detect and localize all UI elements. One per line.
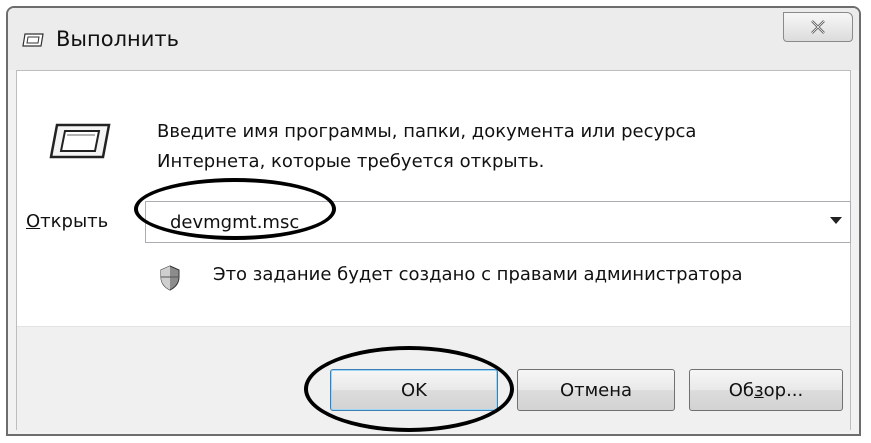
description-line-2: Интернета, которые требуется открыть. xyxy=(157,151,545,172)
window-title: Выполнить xyxy=(56,27,179,51)
description-line-1: Введите имя программы, папки, документа … xyxy=(157,121,697,142)
cancel-button-label: Отмена xyxy=(559,379,633,401)
run-large-icon xyxy=(49,123,111,159)
title-bar: Выполнить xyxy=(8,8,859,70)
open-combobox[interactable] xyxy=(145,201,851,243)
open-input[interactable] xyxy=(146,202,816,242)
chevron-down-icon[interactable] xyxy=(830,217,842,224)
run-icon xyxy=(22,33,44,47)
ok-button-label: OK xyxy=(401,379,427,401)
browse-label-suffix: ор... xyxy=(763,379,804,401)
open-label-text: ткрыть xyxy=(40,211,109,232)
admin-note: Это задание будет создано с правами адми… xyxy=(213,264,743,285)
ok-button[interactable]: OK xyxy=(330,369,498,411)
browse-label-prefix: Об xyxy=(728,379,755,401)
close-icon xyxy=(811,20,825,34)
description: Введите имя программы, папки, документа … xyxy=(157,117,797,177)
close-button[interactable] xyxy=(783,12,853,42)
shield-icon xyxy=(160,265,180,291)
button-bar: OK Отмена Об з ор... xyxy=(17,326,850,432)
browse-button[interactable]: Об з ор... xyxy=(689,369,843,411)
browse-label-accelerator: з xyxy=(754,379,764,401)
open-label-accelerator: О xyxy=(26,211,41,232)
cancel-button[interactable]: Отмена xyxy=(517,369,675,411)
run-dialog: Выполнить Введите имя программы, папки, … xyxy=(6,6,861,436)
open-label: Открыть xyxy=(26,211,108,232)
dialog-body: Введите имя программы, папки, документа … xyxy=(16,70,851,432)
